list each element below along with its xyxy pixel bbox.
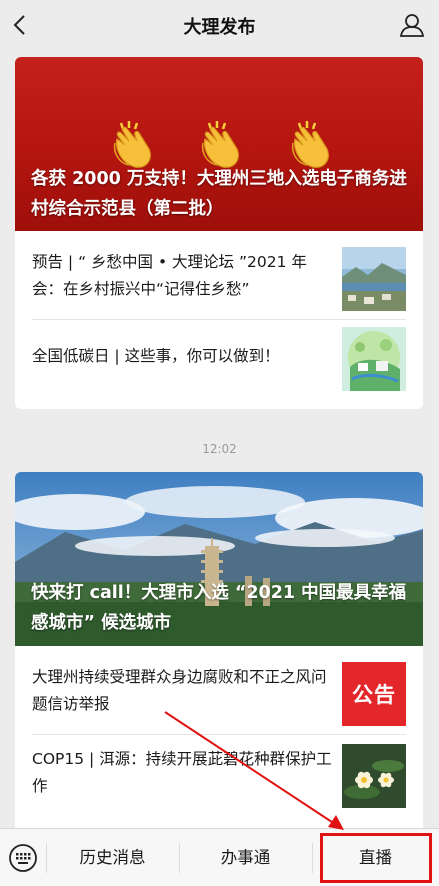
- keyboard-icon[interactable]: [8, 843, 38, 873]
- list-item[interactable]: COP15 | 洱源：持续开展茈碧花种群保护工作: [15, 734, 423, 824]
- water-lily-thumbnail: [342, 744, 406, 808]
- hero-article[interactable]: 快来打 call！大理市入选 “2021 中国最具幸福感城市” 候选城市: [15, 472, 423, 646]
- notice-badge-thumbnail: 公告: [342, 662, 406, 726]
- list-item[interactable]: 全国低碳日 | 这些事，你可以做到！: [15, 319, 423, 409]
- landscape-thumbnail: [342, 247, 406, 311]
- item-title: 大理州持续受理群众身边腐败和不正之风问题信访举报: [32, 668, 327, 713]
- profile-icon[interactable]: [399, 12, 425, 38]
- menu-history-messages[interactable]: 历史消息: [46, 829, 179, 886]
- top-bar: 大理发布: [0, 0, 439, 50]
- menu-live[interactable]: 直播: [312, 829, 439, 886]
- hero-article[interactable]: 各获 2000 万支持！大理州三地入选电子商务进村综合示范县（第二批）: [15, 57, 423, 231]
- hero-title: 快来打 call！大理市入选 “2021 中国最具幸福感城市” 候选城市: [31, 583, 407, 633]
- item-title: 全国低碳日 | 这些事，你可以做到！: [32, 347, 280, 365]
- page-title: 大理发布: [183, 17, 256, 38]
- bottom-menu-bar: 历史消息 办事通 直播: [0, 828, 439, 886]
- article-card: 快来打 call！大理市入选 “2021 中国最具幸福感城市” 候选城市 大理州…: [15, 472, 423, 828]
- hero-title: 各获 2000 万支持！大理州三地入选电子商务进村综合示范县（第二批）: [31, 169, 407, 219]
- low-carbon-thumbnail: [342, 327, 406, 391]
- notice-badge-text: 公告: [352, 683, 396, 707]
- list-item[interactable]: 大理州持续受理群众身边腐败和不正之风问题信访举报 公告: [15, 646, 423, 736]
- item-title: COP15 | 洱源：持续开展茈碧花种群保护工作: [32, 750, 332, 795]
- article-card: 各获 2000 万支持！大理州三地入选电子商务进村综合示范县（第二批） 预告 |…: [15, 57, 423, 409]
- timestamp: 12:02: [202, 442, 237, 456]
- menu-services[interactable]: 办事通: [179, 829, 312, 886]
- item-title: 预告 | “ 乡愁中国 • 大理论坛 ”2021 年会：在乡村振兴中“记得住乡愁…: [32, 253, 307, 298]
- list-item[interactable]: 预告 | “ 乡愁中国 • 大理论坛 ”2021 年会：在乡村振兴中“记得住乡愁…: [15, 231, 423, 321]
